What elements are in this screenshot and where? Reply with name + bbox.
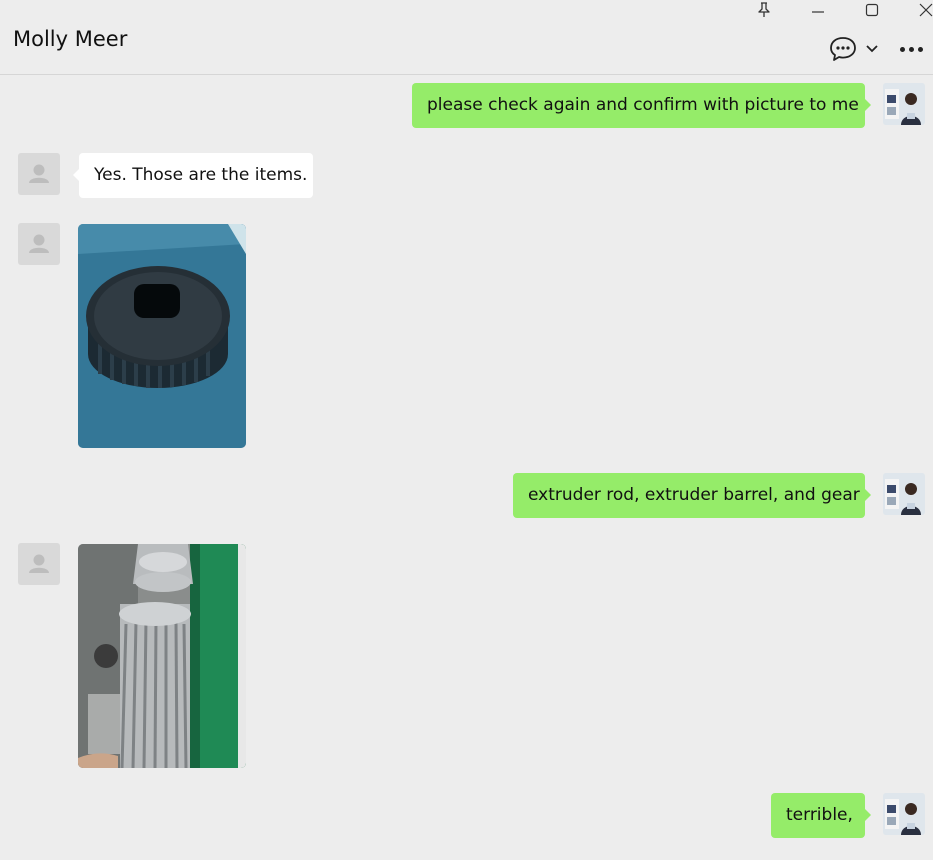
chat-info-button[interactable] — [828, 36, 858, 62]
minimize-button[interactable] — [798, 0, 838, 20]
message-bubble-outgoing[interactable]: terrible, — [771, 793, 871, 838]
gear-photo[interactable] — [78, 224, 246, 448]
user-icon — [29, 234, 49, 253]
my-avatar[interactable] — [883, 793, 925, 835]
message-bubble-outgoing[interactable]: extruder rod, extruder barrel, and gear — [513, 473, 871, 518]
close-button[interactable] — [906, 0, 933, 20]
contact-name[interactable]: Molly Meer — [13, 27, 127, 51]
my-avatar[interactable] — [883, 473, 925, 515]
more-icon — [918, 46, 923, 52]
more-icon — [900, 46, 905, 52]
contact-avatar[interactable] — [18, 223, 60, 265]
user-icon — [29, 164, 49, 183]
chat-header: Molly Meer — [0, 0, 933, 75]
more-button[interactable] — [900, 44, 926, 54]
chat-options-dropdown[interactable] — [864, 40, 880, 56]
chevron-down-icon — [866, 45, 878, 53]
my-avatar[interactable] — [883, 83, 925, 125]
extruder-rod-photo[interactable] — [78, 544, 246, 768]
contact-avatar[interactable] — [18, 153, 60, 195]
chat-window: Molly Meer please check again and confir… — [0, 0, 933, 860]
maximize-icon — [865, 3, 879, 17]
chat-bubble-icon — [830, 37, 856, 61]
more-icon — [909, 46, 914, 52]
maximize-button[interactable] — [852, 0, 892, 20]
pin-icon — [758, 2, 770, 17]
close-icon — [919, 3, 933, 17]
pin-button[interactable] — [744, 0, 784, 20]
minimize-icon — [812, 11, 824, 13]
contact-avatar[interactable] — [18, 543, 60, 585]
user-icon — [29, 554, 49, 573]
message-bubble-incoming[interactable]: Yes. Those are the items. — [73, 153, 313, 198]
message-bubble-outgoing[interactable]: please check again and confirm with pict… — [412, 83, 871, 128]
